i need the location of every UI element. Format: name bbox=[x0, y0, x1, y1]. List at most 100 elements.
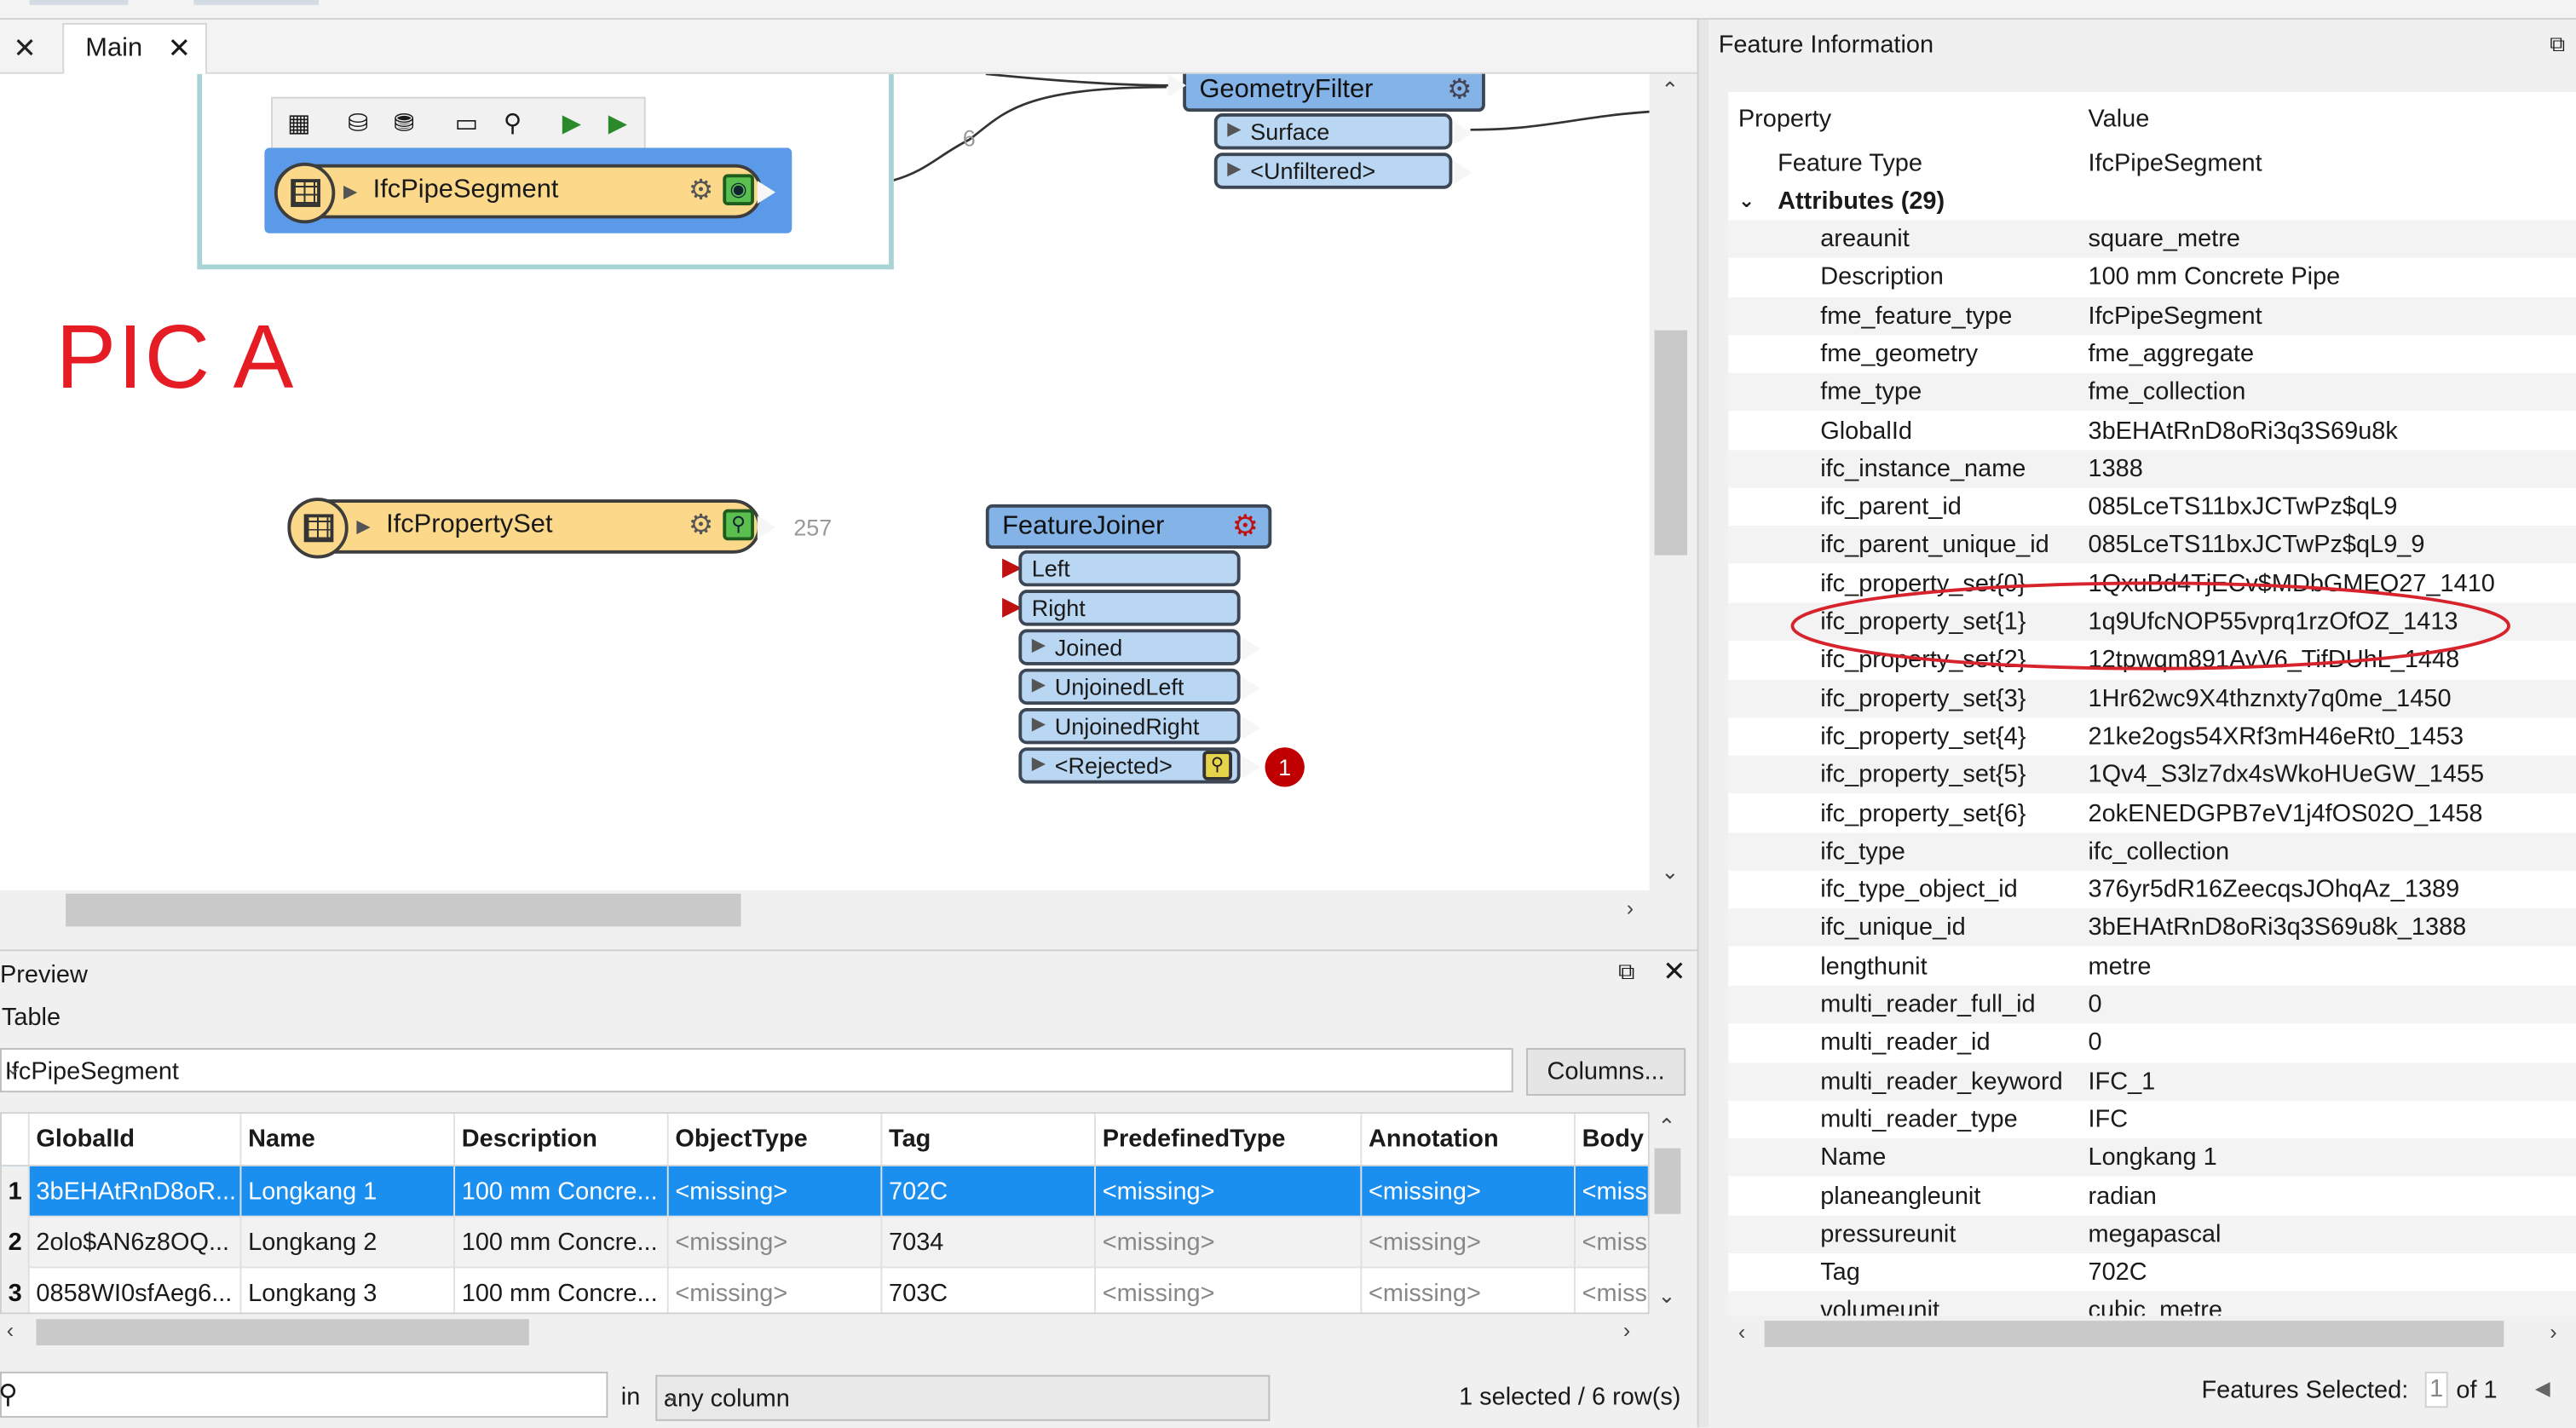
attributes-group-row[interactable]: ⌄ Attributes (29) bbox=[1728, 182, 2576, 220]
workspace-canvas[interactable]: 6 ▦ ⛁ ⛃ ▭ ⚲ ▶ ▶ ▶ IfcPipeSegment ⚙ ◉ PIC… bbox=[0, 73, 1650, 890]
port-unjoinedleft[interactable]: ▶ UnjoinedLeft bbox=[1018, 668, 1260, 705]
scrollbar-thumb[interactable] bbox=[1764, 1321, 2504, 1347]
gear-icon[interactable]: ⚙ bbox=[1232, 510, 1259, 544]
column-header[interactable]: Description bbox=[455, 1114, 669, 1165]
inspect-icon[interactable]: ⚲ bbox=[1202, 751, 1232, 780]
scrollbar-thumb[interactable] bbox=[1654, 1148, 1681, 1214]
gear-icon[interactable]: ⚙ bbox=[689, 174, 713, 207]
run-icon[interactable]: ▶ bbox=[556, 108, 589, 141]
column-header[interactable]: Annotation bbox=[1362, 1114, 1576, 1165]
scroll-up-icon[interactable]: ⌃ bbox=[1661, 78, 1679, 104]
port-unjoinedright[interactable]: ▶ UnjoinedRight bbox=[1018, 707, 1260, 745]
attribute-row[interactable]: areaunit square_metre bbox=[1728, 220, 2576, 258]
tab-main[interactable]: Main ✕ bbox=[62, 22, 207, 74]
float-window-icon[interactable]: ⧉ bbox=[2550, 32, 2565, 58]
folder-icon[interactable]: ▭ bbox=[450, 108, 483, 141]
inspect-icon[interactable]: ⚲ bbox=[723, 509, 754, 541]
table-vertical-scrollbar[interactable]: ⌃ ⌄ bbox=[1649, 1112, 1686, 1315]
preview-table[interactable]: GlobalId Name Description ObjectType Tag… bbox=[0, 1112, 1650, 1315]
top-tab-handle[interactable] bbox=[193, 0, 320, 5]
scrollbar-thumb[interactable] bbox=[1654, 330, 1688, 556]
table-row[interactable]: 3 0858WI0sfAeg6... Longkang 3 100 mm Con… bbox=[1, 1268, 1648, 1313]
attribute-row[interactable]: ifc_property_set{4} 21ke2ogs54XRf3mH46eRt… bbox=[1728, 717, 2576, 755]
attribute-row[interactable]: ifc_property_set{6} 2okENEDGPB7eV1j4fOS02… bbox=[1728, 794, 2576, 832]
attribute-row[interactable]: ifc_property_set{3} 1Hr62wc9X4thznxty7q0m… bbox=[1728, 679, 2576, 717]
reader-ifcpropertyset[interactable]: ▶ IfcPropertySet ⚙ ⚲ bbox=[287, 498, 776, 559]
column-header[interactable]: Tag bbox=[882, 1114, 1096, 1165]
row-number[interactable]: 3 bbox=[1, 1268, 30, 1313]
gear-icon[interactable]: ⚙ bbox=[1447, 74, 1472, 107]
table-select[interactable]: IfcPipeSegment ⌄ bbox=[0, 1048, 1513, 1093]
attribute-row[interactable]: ifc_property_set{2} 12tpwqm891AvV6_TifDUh… bbox=[1728, 641, 2576, 678]
scroll-right-icon[interactable]: › bbox=[1627, 895, 1634, 920]
input-port-icon[interactable] bbox=[1167, 73, 1187, 97]
feature-info-table[interactable]: Property Value Feature Type IfcPipeSegme… bbox=[1728, 91, 2576, 1316]
panel-divider[interactable] bbox=[1697, 20, 1709, 1428]
attribute-row[interactable]: Description 100 mm Concrete Pipe bbox=[1728, 258, 2576, 296]
chevron-down-icon[interactable]: ⌄ bbox=[5, 1057, 1501, 1080]
table-cell[interactable]: <missing> bbox=[1362, 1166, 1576, 1218]
attribute-row[interactable]: fme_feature_type IfcPipeSegment bbox=[1728, 297, 2576, 335]
attribute-row[interactable]: ifc_parent_id 085LceTS11bxJCTwPz$qL9 bbox=[1728, 488, 2576, 526]
table-row[interactable]: 1 3bEHAtRnD8oR... Longkang 1 100 mm Conc… bbox=[1, 1166, 1648, 1218]
table-cell[interactable]: <missing> bbox=[1096, 1166, 1363, 1218]
close-icon[interactable]: ✕ bbox=[1663, 956, 1686, 989]
attribute-row[interactable]: ifc_type_object_id 376yr5dR16ZeecqsJOhqAz… bbox=[1728, 871, 2576, 908]
gear-icon[interactable]: ⚙ bbox=[689, 510, 713, 543]
attribute-row[interactable]: multi_reader_id 0 bbox=[1728, 1024, 2576, 1062]
feature-info-horizontal-scrollbar[interactable]: ‹ › bbox=[1728, 1316, 2576, 1352]
table-cell[interactable]: Longkang 3 bbox=[241, 1268, 456, 1313]
row-number[interactable]: 1 bbox=[1, 1166, 30, 1218]
scroll-down-icon[interactable]: ⌄ bbox=[1657, 1283, 1675, 1310]
table-cell[interactable]: <miss bbox=[1576, 1218, 1648, 1269]
scrollbar-thumb[interactable] bbox=[36, 1319, 529, 1346]
port-rejected[interactable]: ▶ <Rejected> ⚲ bbox=[1018, 747, 1260, 784]
scrollbar-thumb[interactable] bbox=[66, 893, 741, 927]
feature-type-row[interactable]: Feature Type IfcPipeSegment bbox=[1728, 145, 2576, 182]
rejected-count-badge[interactable]: 1 bbox=[1265, 747, 1305, 787]
column-header[interactable]: ObjectType bbox=[669, 1114, 883, 1165]
chevron-down-icon[interactable]: ⌄ bbox=[1738, 182, 1755, 220]
attribute-row[interactable]: ifc_parent_unique_id 085LceTS11bxJCTwPz$q… bbox=[1728, 526, 2576, 565]
table-cell[interactable]: <missing> bbox=[669, 1217, 883, 1269]
expand-triangle-icon[interactable]: ▶ bbox=[356, 515, 370, 537]
previous-feature-icon[interactable]: ◀ bbox=[2535, 1377, 2550, 1400]
column-header[interactable]: PredefinedType bbox=[1096, 1114, 1363, 1165]
table-cell[interactable]: 100 mm Concre... bbox=[455, 1166, 669, 1218]
features-selected-input[interactable]: 1 bbox=[2424, 1371, 2448, 1408]
output-port-icon[interactable] bbox=[757, 515, 776, 539]
search-input[interactable]: ⚲ bbox=[0, 1371, 608, 1418]
attribute-row[interactable]: pressureunit megapascal bbox=[1728, 1215, 2576, 1253]
top-tab-handle[interactable] bbox=[29, 0, 129, 5]
table-cell[interactable]: <miss bbox=[1576, 1166, 1648, 1218]
table-cell[interactable]: Longkang 2 bbox=[241, 1217, 456, 1269]
row-number[interactable]: 2 bbox=[1, 1217, 30, 1269]
attribute-row[interactable]: ifc_instance_name 1388 bbox=[1728, 449, 2576, 488]
table-cell[interactable]: 100 mm Concre... bbox=[455, 1217, 669, 1269]
attribute-row[interactable]: Name Longkang 1 bbox=[1728, 1138, 2576, 1177]
table-cell[interactable]: <missing> bbox=[1096, 1217, 1363, 1269]
canvas-horizontal-scrollbar[interactable]: › bbox=[0, 890, 1650, 930]
table-cell[interactable]: <missing> bbox=[669, 1166, 883, 1218]
close-icon[interactable]: ✕ bbox=[13, 33, 36, 66]
attribute-row[interactable]: ifc_unique_id 3bEHAtRnD8oRi3q3S69u8k_1388 bbox=[1728, 908, 2576, 947]
attribute-row[interactable]: fme_type fme_collection bbox=[1728, 373, 2576, 412]
attribute-row[interactable]: multi_reader_full_id 0 bbox=[1728, 985, 2576, 1024]
table-cell[interactable]: Longkang 1 bbox=[241, 1166, 456, 1218]
database-icon[interactable]: ⛁ bbox=[342, 108, 375, 141]
column-header[interactable]: Body bbox=[1576, 1114, 1648, 1165]
table-row[interactable]: 2 2olo$AN6z8OQ... Longkang 2 100 mm Conc… bbox=[1, 1217, 1648, 1269]
table-cell[interactable]: <missing> bbox=[1362, 1268, 1576, 1313]
table-cell[interactable]: <missing> bbox=[1362, 1217, 1576, 1269]
table-cell[interactable]: <missing> bbox=[669, 1268, 883, 1313]
attribute-row[interactable]: lengthunit metre bbox=[1728, 947, 2576, 985]
scroll-down-icon[interactable]: ⌄ bbox=[1661, 859, 1679, 885]
attribute-row[interactable]: multi_reader_type IFC bbox=[1728, 1101, 2576, 1138]
scroll-left-icon[interactable]: ‹ bbox=[1738, 1319, 1745, 1344]
table-cell[interactable]: 3bEHAtRnD8oR... bbox=[30, 1166, 242, 1218]
attribute-row[interactable]: ifc_property_set{1} 1q9UfcNOP55vprq1rzOfO… bbox=[1728, 602, 2576, 641]
search-db-icon[interactable]: ⚲ bbox=[496, 108, 529, 141]
columns-button[interactable]: Columns... bbox=[1526, 1048, 1686, 1096]
table-cell[interactable]: <miss bbox=[1576, 1268, 1648, 1312]
reader-ifcpipesegment[interactable]: ▶ IfcPipeSegment ⚙ ◉ bbox=[274, 162, 776, 224]
